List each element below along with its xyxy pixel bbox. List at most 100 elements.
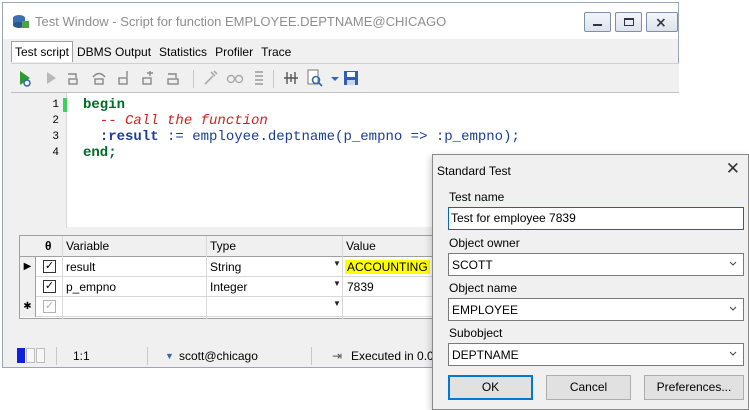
object-owner-select[interactable]: SCOTT xyxy=(448,253,744,276)
step-into-icon[interactable] xyxy=(63,68,83,88)
chevron-down-icon xyxy=(729,261,737,266)
code-line-2: -- Call the function xyxy=(83,113,268,129)
run-to-exception-icon[interactable] xyxy=(139,68,159,88)
dialog-title: Standard Test xyxy=(437,164,511,178)
status-separator xyxy=(311,347,312,365)
row-checkbox[interactable]: ✓ xyxy=(43,260,56,273)
tab-statistics[interactable]: Statistics xyxy=(155,42,211,62)
toolbar-separator xyxy=(193,70,194,88)
minimize-icon xyxy=(593,24,602,26)
app-database-icon xyxy=(13,15,29,28)
header-type[interactable]: Type xyxy=(210,239,236,253)
row-indicator: ▶ xyxy=(20,257,36,277)
row-indicator xyxy=(20,277,36,297)
object-owner-value: SCOTT xyxy=(452,258,493,272)
type-dropdown-icon[interactable]: ▼ xyxy=(333,259,341,268)
header-flag: θ xyxy=(45,239,52,253)
variable-name[interactable]: p_empno xyxy=(66,280,116,294)
line-number: 1 xyxy=(52,99,59,111)
step-over-icon[interactable] xyxy=(89,68,109,88)
code-line-4: end; xyxy=(83,145,117,161)
row-checkbox[interactable]: ✓ xyxy=(43,280,56,293)
status-separator xyxy=(147,347,148,365)
step-out-icon[interactable] xyxy=(115,68,135,88)
tab-test-script[interactable]: Test script xyxy=(11,41,74,62)
line-number: 3 xyxy=(52,131,59,143)
code-comment: -- Call the function xyxy=(83,113,268,129)
cursor-position: 1:1 xyxy=(73,349,90,363)
code-line-3: :result := employee.deptname(p_empno => … xyxy=(83,129,520,145)
type-dropdown-icon[interactable]: ▼ xyxy=(333,299,341,308)
tab-dbms-output[interactable]: DBMS Output xyxy=(73,42,155,62)
line-gutter: 1 2 3 4 xyxy=(11,93,67,228)
maximize-button[interactable] xyxy=(615,12,642,32)
header-variable[interactable]: Variable xyxy=(66,239,109,253)
status-box xyxy=(36,348,45,363)
minimize-button[interactable] xyxy=(584,12,611,32)
test-name-label: Test name xyxy=(449,190,505,204)
subobject-label: Subobject xyxy=(449,326,503,340)
bind-variable-result: :result xyxy=(99,129,159,145)
header-value[interactable]: Value xyxy=(346,239,376,253)
tab-profiler[interactable]: Profiler xyxy=(211,42,257,62)
close-icon[interactable]: ✕ xyxy=(726,159,740,179)
object-name-label: Object name xyxy=(449,281,518,295)
connection-dropdown-icon[interactable]: ▼ xyxy=(165,351,174,361)
subobject-select[interactable]: DEPTNAME xyxy=(448,343,744,366)
pin-icon: ⇥ xyxy=(332,349,343,363)
variable-value[interactable]: 7839 xyxy=(347,280,374,294)
connection-name[interactable]: scott@chicago xyxy=(179,349,258,363)
variable-value[interactable]: ACCOUNTING xyxy=(345,260,430,274)
search-icon[interactable] xyxy=(305,68,325,88)
save-icon[interactable] xyxy=(341,68,361,88)
object-owner-label: Object owner xyxy=(449,236,520,250)
code-line-1: begin xyxy=(83,97,125,113)
status-separator xyxy=(56,347,57,365)
toggle-breakpoint-icon[interactable] xyxy=(201,68,221,88)
chevron-down-icon xyxy=(729,306,737,311)
list-icon[interactable] xyxy=(249,68,269,88)
chevron-down-icon xyxy=(729,351,737,356)
variable-name[interactable]: result xyxy=(66,260,95,274)
toolbar-separator xyxy=(273,70,274,88)
type-dropdown-icon[interactable]: ▼ xyxy=(333,279,341,288)
debug-toolbar xyxy=(11,63,679,92)
test-name-input[interactable]: Test for employee 7839 xyxy=(448,207,744,230)
variable-type[interactable]: Integer xyxy=(210,280,247,294)
tab-strip: Test script DBMS Output Statistics Profi… xyxy=(11,41,295,63)
chevron-down-icon[interactable] xyxy=(325,68,339,88)
standard-test-dialog: Standard Test ✕ Test name Test for emplo… xyxy=(432,154,749,410)
tab-trace[interactable]: Trace xyxy=(257,42,295,62)
run-icon[interactable] xyxy=(41,68,61,88)
new-row-indicator: ✱ xyxy=(20,297,36,317)
title-bar[interactable]: Test Window - Script for function EMPLOY… xyxy=(3,3,678,39)
keyword-end: end; xyxy=(83,145,117,161)
window-title: Test Window - Script for function EMPLOY… xyxy=(35,14,447,29)
object-name-value: EMPLOYEE xyxy=(452,303,519,317)
ok-button[interactable]: OK xyxy=(448,375,533,400)
watch-icon[interactable] xyxy=(225,68,245,88)
function-call: employee.deptname(p_empno => xyxy=(192,129,436,145)
row-checkbox[interactable]: ✓ xyxy=(43,300,56,313)
assignment-operator: := xyxy=(158,129,193,145)
status-box xyxy=(26,348,35,363)
bind-variable-p-empno: :p_empno xyxy=(435,129,504,145)
maximize-icon xyxy=(624,18,634,26)
execution-message: Executed in 0.0 xyxy=(351,349,434,363)
variable-type[interactable]: String xyxy=(210,260,241,274)
modified-line-marker xyxy=(63,98,67,112)
status-indicator-icon xyxy=(17,348,25,363)
cancel-button[interactable]: Cancel xyxy=(546,375,631,400)
line-number: 2 xyxy=(52,115,59,127)
stop-icon[interactable] xyxy=(163,68,183,88)
line-number: 4 xyxy=(52,147,59,159)
code-tail: ); xyxy=(503,129,520,145)
execute-icon[interactable] xyxy=(15,68,35,88)
close-icon: ⨯ xyxy=(655,14,667,30)
keyword-begin: begin xyxy=(83,97,126,113)
preferences-button[interactable]: Preferences... xyxy=(644,375,744,400)
close-button[interactable]: ⨯ xyxy=(646,12,678,32)
object-name-select[interactable]: EMPLOYEE xyxy=(448,298,744,321)
plan-icon[interactable] xyxy=(281,68,301,88)
